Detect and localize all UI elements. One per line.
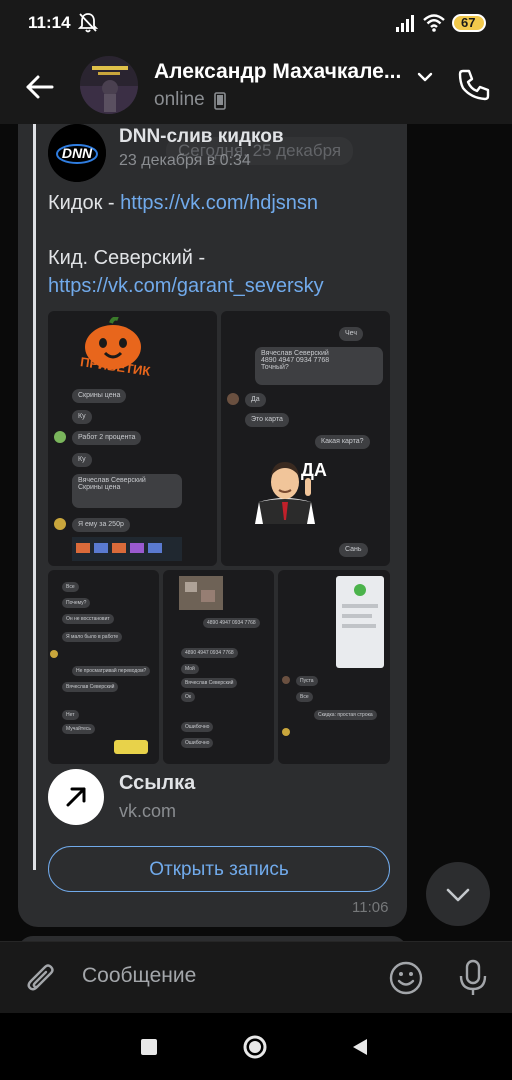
battery-level: 67 — [461, 15, 476, 30]
mini-message: Я мало было в работе — [62, 632, 123, 642]
mini-message: 4890 4947 0934 7768 — [181, 648, 238, 658]
mini-message: Чеч — [339, 327, 363, 341]
post-author-avatar[interactable]: DNN — [48, 124, 106, 182]
mini-quote: Вячеслав Северский 4890 4947 0934 7768 Т… — [255, 347, 383, 385]
chevron-down-icon[interactable] — [414, 66, 436, 88]
mini-message: Почему? — [62, 598, 91, 608]
message-input[interactable]: Сообщение — [82, 964, 196, 988]
mini-message: Ку — [72, 453, 92, 467]
link-domain: vk.com — [119, 801, 177, 821]
home-circle-icon[interactable] — [242, 1034, 268, 1060]
post-line-2-label: Кид. Северский - — [48, 247, 206, 269]
wifi-icon — [423, 14, 445, 32]
back-arrow-icon[interactable] — [18, 66, 60, 108]
photo-4[interactable]: 4890 4947 0934 7768 4890 4947 0934 7768 … — [163, 570, 274, 764]
mini-message: Я ему за 250р — [72, 518, 130, 532]
post-author-name[interactable]: DNN-слив кидков — [119, 126, 284, 148]
forward-quote-line — [33, 124, 36, 870]
mini-quote-reply: Точный? — [261, 364, 289, 371]
message-time: 11:06 — [352, 899, 389, 916]
mini-avatar — [54, 431, 66, 443]
chevron-down-icon — [446, 888, 470, 902]
post-date: 23 декабря в 0:34 — [119, 152, 251, 169]
signal-icon — [396, 15, 414, 32]
mini-message: Ок — [181, 692, 196, 702]
post-line-1-label: Кидок - — [48, 192, 121, 214]
status-time: 11:14 — [28, 13, 71, 32]
post-avatar-text: DNN — [62, 145, 93, 161]
avatar[interactable] — [80, 56, 138, 114]
mini-message: Мучайтесь — [62, 724, 96, 734]
post-link-2[interactable]: https://vk.com/garant_seversky — [48, 275, 324, 298]
mini-image — [179, 576, 223, 610]
recents-square-icon[interactable] — [141, 1039, 157, 1055]
mini-message: Скидка: простая строка — [314, 710, 377, 720]
sticker-yes-text: ДА — [301, 460, 327, 480]
mini-message: Не просматривай переводом? — [72, 666, 151, 676]
post-avatar-logo: DNN — [48, 124, 106, 182]
microphone-icon[interactable] — [458, 959, 488, 997]
mini-message: Какая карта? — [315, 435, 370, 449]
link-attachment[interactable]: Ссылка vk.com — [48, 769, 388, 829]
mini-avatar — [54, 518, 66, 530]
mini-quote-text: 4890 4947 0934 7768 — [261, 357, 330, 364]
photo-5[interactable]: Пуста Все Скидка: простая строка — [278, 570, 390, 764]
mini-avatar — [282, 728, 290, 736]
mini-quote-text: Скрины цена — [78, 484, 121, 491]
message-composer: Сообщение — [0, 941, 512, 1013]
scroll-down-button[interactable] — [426, 862, 490, 926]
chat-title[interactable]: Александр Махачкале... — [154, 60, 401, 84]
mini-quote-name: Вячеслав Северский — [261, 350, 329, 357]
mini-message: Это карта — [245, 413, 289, 427]
notifications-muted-icon — [78, 13, 98, 33]
chat-area[interactable]: Сегодня, 25 декабря DNN DNN-слив кидков … — [0, 124, 512, 941]
mini-message: Ку — [72, 410, 92, 424]
photo-1[interactable]: ПРИВЕТИК Скрины цена Ку Работ 2 процента… — [48, 311, 217, 566]
mini-message: Пуста — [296, 676, 318, 686]
system-nav-bar — [0, 1013, 512, 1080]
battery-icon: 67 — [452, 14, 486, 32]
mini-avatar — [50, 650, 58, 658]
paperclip-icon[interactable] — [24, 960, 58, 996]
mini-message: Сань — [339, 543, 368, 557]
mini-avatar — [227, 393, 239, 405]
link-circle — [48, 769, 104, 825]
mini-message: Все — [62, 582, 79, 592]
photo-2[interactable]: Чеч Вячеслав Северский 4890 4947 0934 77… — [221, 311, 390, 566]
mini-screenshot — [336, 576, 384, 668]
photo-3[interactable]: Все Почему? Он не восстановит Я мало был… — [48, 570, 159, 764]
phone-call-icon[interactable] — [455, 66, 493, 104]
mini-message: Да — [245, 393, 266, 407]
mini-message: Мой — [181, 664, 199, 674]
mini-quote: Вячеслав Северский Скрины цена — [72, 474, 182, 508]
mini-quote-name: Вячеслав Северский — [78, 477, 146, 484]
mini-sticker — [114, 740, 148, 754]
back-triangle-icon[interactable] — [350, 1037, 370, 1057]
mini-message: Нет — [62, 710, 79, 720]
mobile-device-icon — [214, 92, 226, 110]
mini-avatar — [282, 676, 290, 684]
mini-image — [72, 537, 182, 561]
mini-message: Ошибочно — [181, 738, 214, 748]
mini-message: Он не восстановит — [62, 614, 114, 624]
mini-message: Вячеслав Северский — [62, 682, 119, 692]
external-arrow-icon — [66, 787, 86, 807]
status-bar: 11:14 67 — [0, 0, 512, 48]
emoji-icon[interactable] — [388, 960, 424, 996]
mini-message: Скрины цена — [72, 389, 127, 403]
message-bubble[interactable]: Сегодня, 25 декабря DNN DNN-слив кидков … — [18, 124, 407, 927]
chat-header: Александр Махачкале... online — [0, 48, 512, 124]
mini-message: Вячеслав Северский — [181, 678, 238, 688]
link-title: Ссылка — [119, 772, 196, 794]
mini-message: Работ 2 процента — [72, 431, 142, 445]
avatar-image — [80, 56, 138, 114]
online-status: online — [154, 89, 205, 110]
mini-message: Ошибочно — [181, 722, 214, 732]
mini-message: 4890 4947 0934 7768 — [203, 618, 260, 628]
mini-message: Все — [296, 692, 313, 702]
post-link-1[interactable]: https://vk.com/hdjsnsn — [120, 192, 318, 214]
open-post-button[interactable]: Открыть запись — [48, 846, 390, 892]
post-line-1: Кидок - https://vk.com/hdjsnsn — [48, 192, 318, 215]
